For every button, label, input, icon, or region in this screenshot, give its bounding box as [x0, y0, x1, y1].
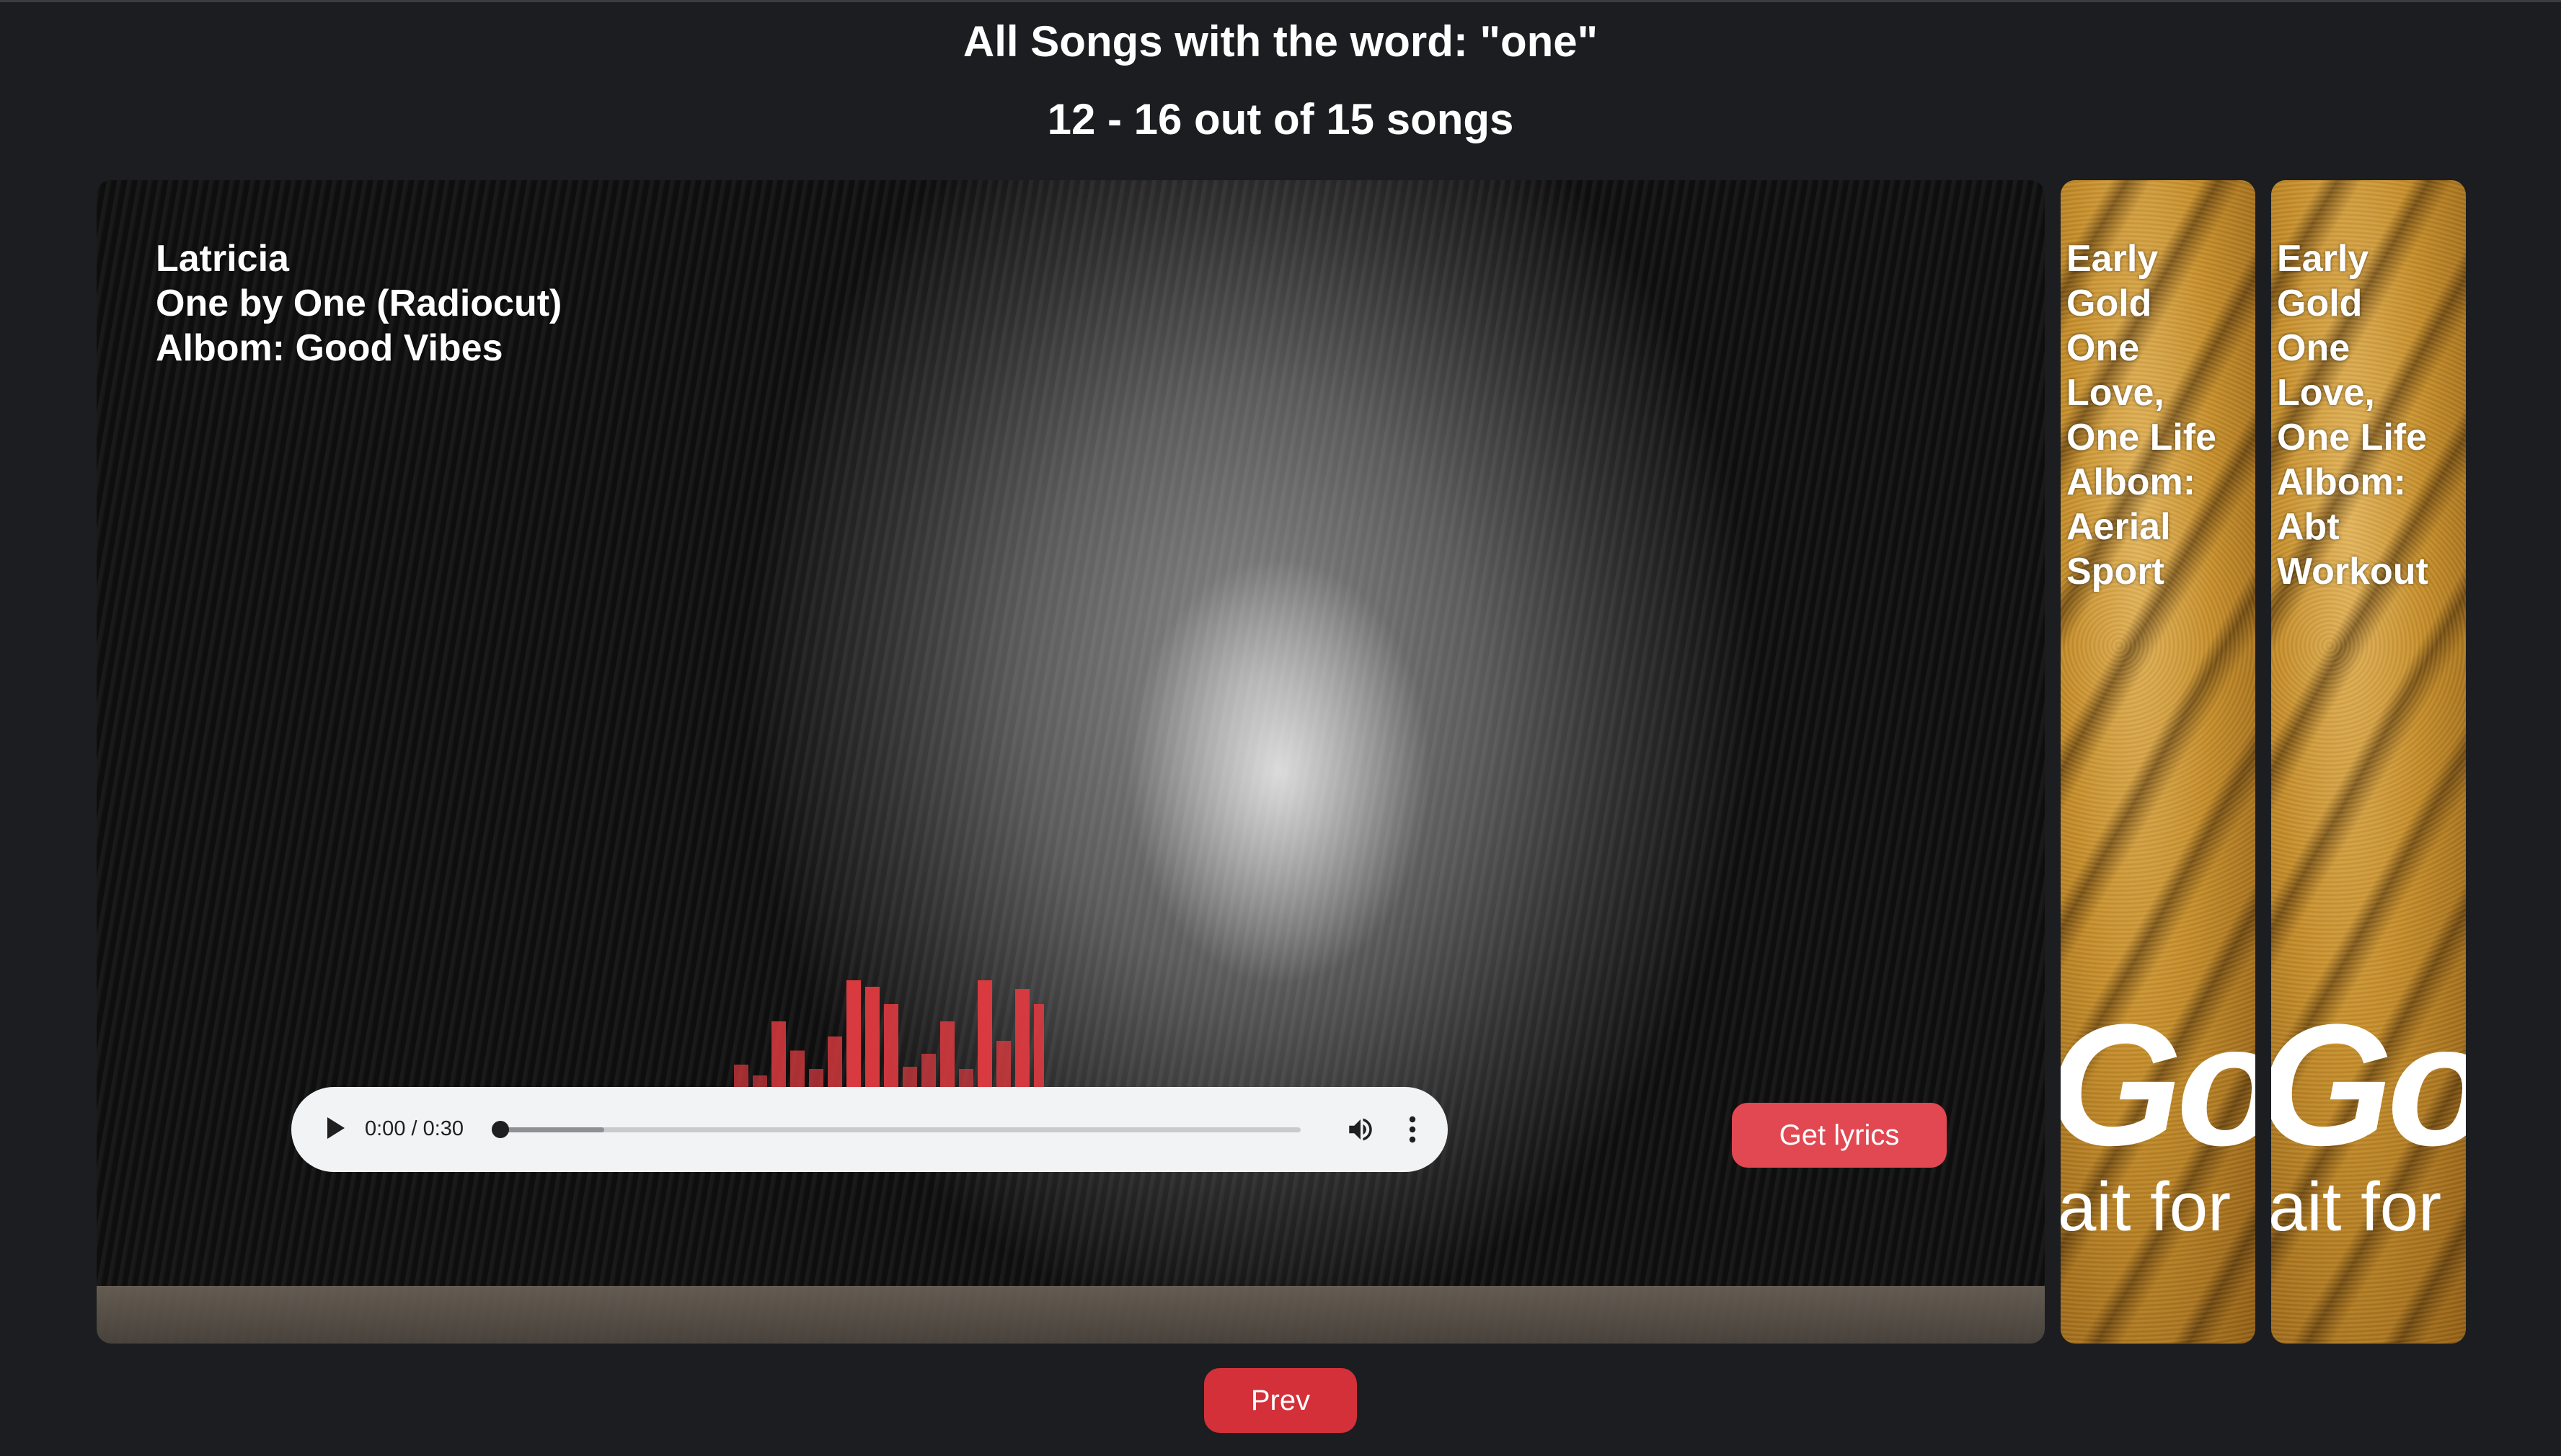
song-carousel: Latricia One by One (Radiocut) Albom: Go…	[97, 180, 2467, 1344]
visualizer-bar	[940, 1021, 955, 1088]
song-info: Latricia One by One (Radiocut) Albom: Go…	[156, 236, 562, 370]
audio-visualizer	[734, 980, 1044, 1088]
buffered-range	[500, 1127, 605, 1132]
visualizer-bar	[996, 1041, 1011, 1088]
visualizer-bar	[734, 1065, 748, 1088]
song-title: One Love, One Life	[2277, 327, 2428, 458]
prev-page-button[interactable]: Prev	[1204, 1368, 1357, 1433]
time-display: 0:00 / 0:30	[365, 1117, 464, 1140]
seek-thumb[interactable]	[492, 1121, 509, 1138]
song-title: One by One (Radiocut)	[156, 283, 562, 324]
audio-player[interactable]: 0:00 / 0:30	[291, 1087, 1448, 1172]
album-name: Albom: Abt Workout	[2277, 461, 2428, 592]
volume-icon[interactable]	[1345, 1114, 1376, 1145]
visualizer-bar	[809, 1069, 823, 1088]
seek-bar[interactable]	[492, 1121, 1301, 1138]
visualizer-bar	[903, 1067, 917, 1088]
visualizer-bar	[921, 1054, 936, 1088]
play-icon[interactable]	[327, 1117, 345, 1139]
visualizer-bar	[884, 1004, 898, 1088]
visualizer-bar	[828, 1036, 842, 1088]
visualizer-bar	[978, 980, 992, 1088]
results-range: 12 - 16 out of 15 songs	[1047, 95, 1514, 143]
top-border	[0, 0, 2561, 2]
cover-text: ait for	[2061, 1168, 2232, 1246]
artist-name: Early Gold	[2277, 238, 2369, 324]
cover-text: ait for	[2271, 1168, 2442, 1246]
visualizer-bar	[959, 1069, 973, 1088]
album-name: Albom: Aerial Sport	[2066, 461, 2196, 592]
album-name: Albom: Good Vibes	[156, 327, 503, 369]
artist-name: Early Gold	[2066, 238, 2159, 324]
artist-name: Latricia	[156, 238, 289, 280]
song-title: One Love, One Life	[2066, 327, 2217, 458]
page-title: All Songs with the word: "one"	[963, 17, 1598, 66]
song-card[interactable]: Gol ait for Early Gold One Love, One Lif…	[2271, 180, 2466, 1344]
song-info: Early Gold One Love, One Life Albom: Aer…	[2066, 236, 2247, 594]
song-info: Early Gold One Love, One Life Albom: Abt…	[2277, 236, 2457, 594]
visualizer-bar	[846, 980, 861, 1088]
song-card[interactable]: Gol ait for Early Gold One Love, One Lif…	[2061, 180, 2255, 1344]
get-lyrics-button[interactable]: Get lyrics	[1732, 1103, 1947, 1168]
visualizer-bar	[771, 1021, 786, 1088]
more-options-icon[interactable]	[1407, 1114, 1417, 1145]
featured-song-card[interactable]: Latricia One by One (Radiocut) Albom: Go…	[97, 180, 2045, 1344]
visualizer-bar	[865, 987, 880, 1088]
visualizer-bar	[790, 1050, 805, 1088]
cover-text: Gol	[2271, 995, 2466, 1175]
visualizer-bar	[1015, 989, 1030, 1088]
cover-text: Gol	[2061, 995, 2255, 1175]
visualizer-bar	[1034, 1004, 1044, 1088]
